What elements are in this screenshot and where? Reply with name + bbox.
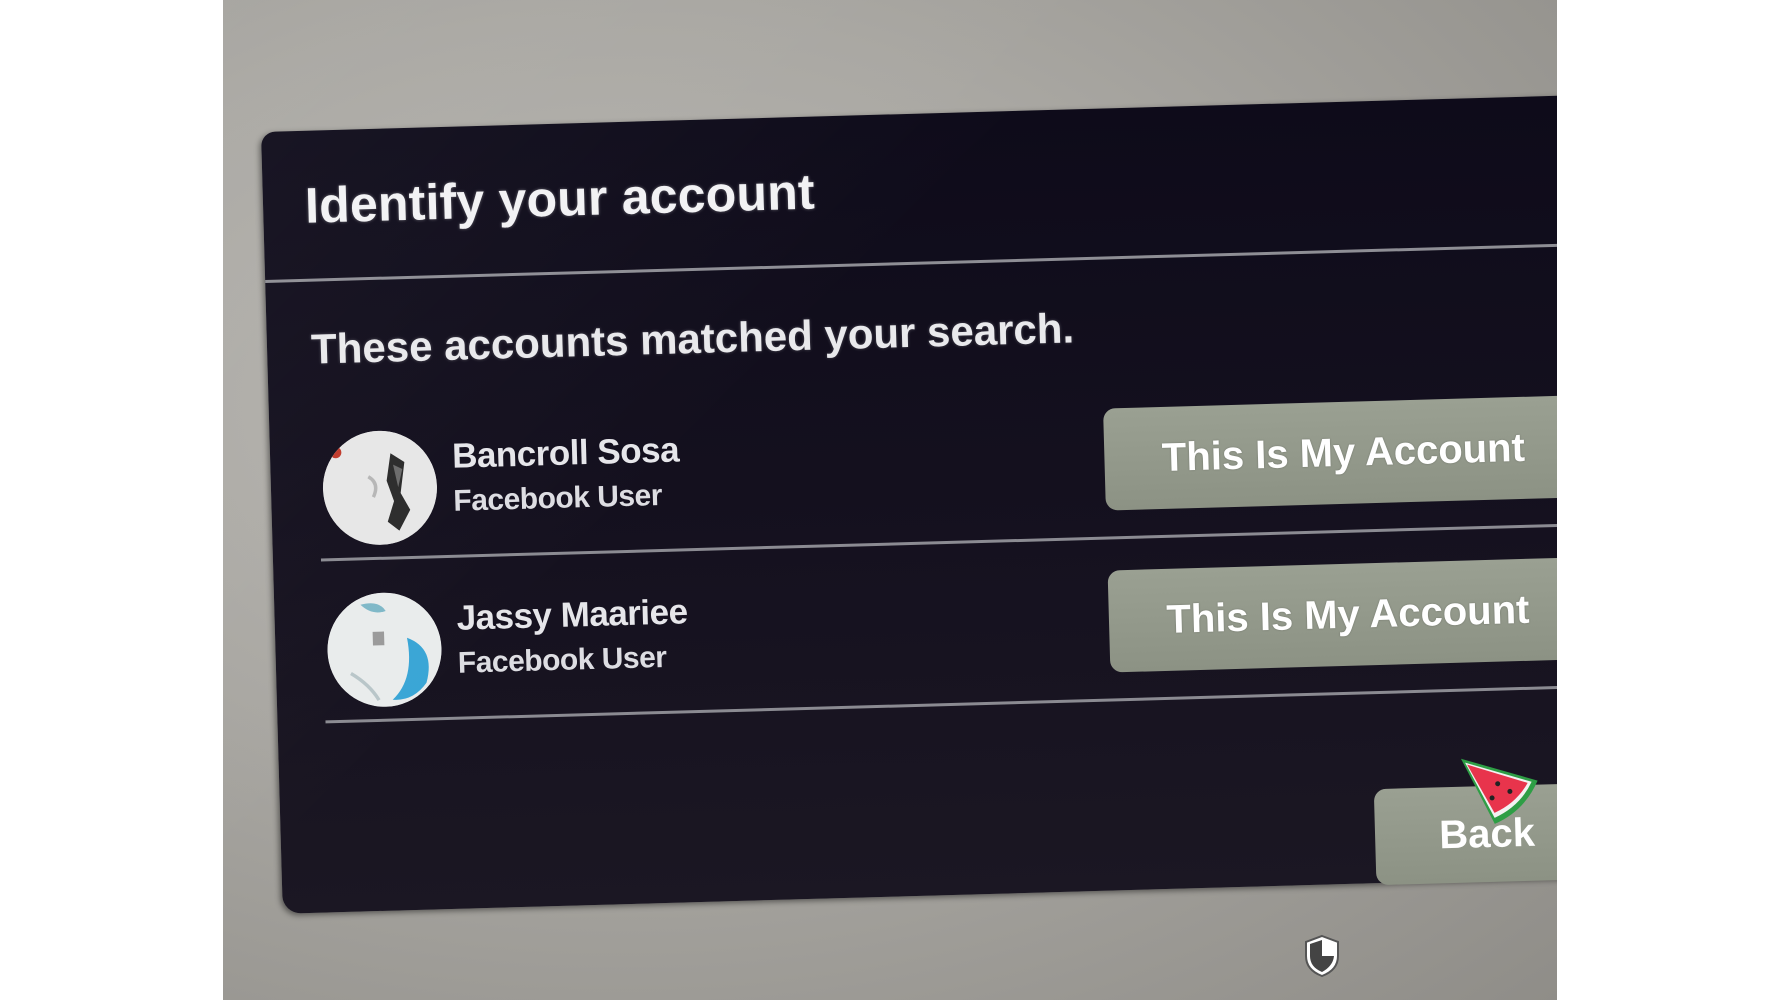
account-type: Facebook User: [452, 478, 663, 518]
identify-account-dialog: Identify your account These accounts mat…: [261, 94, 1557, 914]
account-name: Bancroll Sosa: [451, 430, 680, 476]
avatar: [321, 429, 439, 547]
watermelon-cursor-icon: [1453, 752, 1545, 830]
screen-photo: Identify your account These accounts mat…: [223, 0, 1557, 1000]
dialog-subtitle: These accounts matched your search.: [310, 304, 1075, 373]
profile-photo-icon: [322, 430, 437, 545]
this-is-my-account-button[interactable]: This Is My Account: [1107, 557, 1557, 673]
this-is-my-account-button[interactable]: This Is My Account: [1103, 395, 1557, 511]
dialog-title: Identify your account: [304, 163, 816, 234]
dialog-header: Identify your account: [261, 94, 1557, 283]
dialog-footer: Back: [278, 711, 1557, 914]
account-row: Bancroll Sosa Facebook User This Is My A…: [316, 381, 1557, 562]
shield-icon: [1303, 934, 1341, 978]
account-name: Jassy Maariee: [456, 592, 689, 638]
account-type: Facebook User: [457, 640, 667, 680]
profile-photo-icon: [327, 592, 442, 707]
account-row: Jassy Maariee Facebook User This Is My A…: [321, 543, 1557, 724]
avatar: [325, 591, 444, 709]
